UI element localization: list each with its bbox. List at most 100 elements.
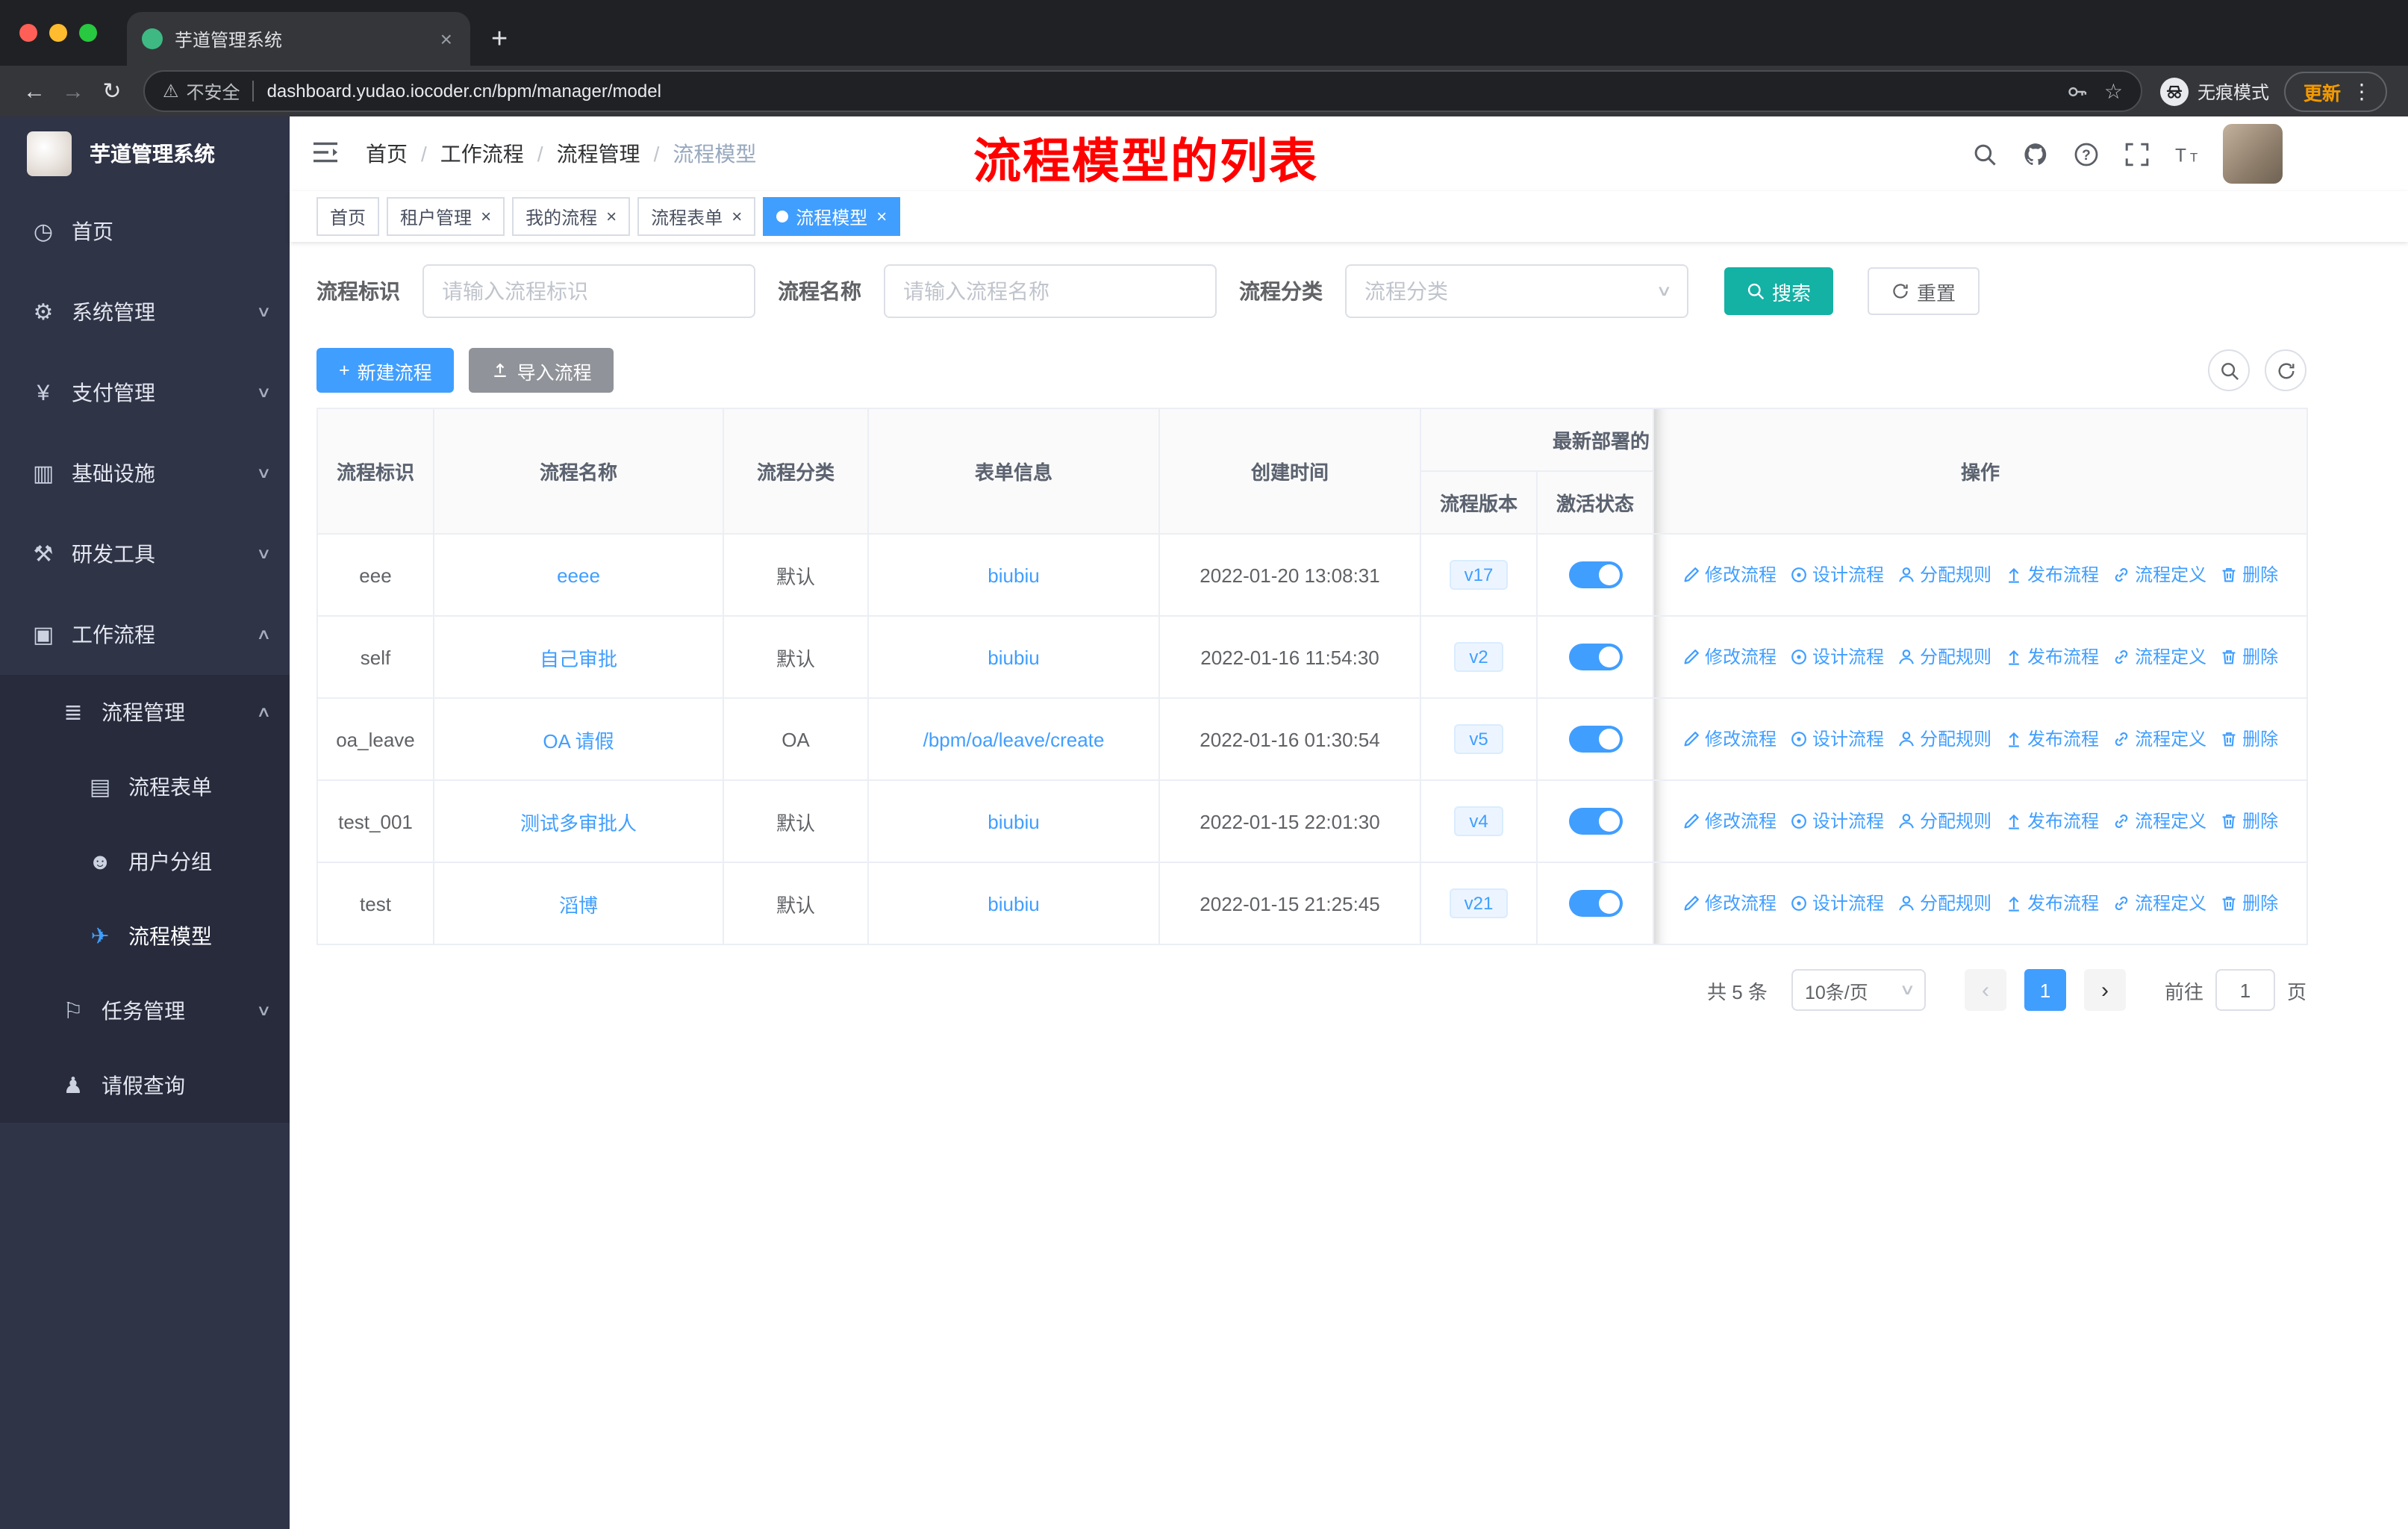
sidebar-item-process-model[interactable]: ✈ 流程模型 — [0, 899, 290, 974]
update-chip[interactable]: 更新 ⋮ — [2283, 71, 2387, 111]
prev-page-button[interactable]: ‹ — [1964, 969, 2006, 1011]
menu-kebab-icon[interactable]: ⋮ — [2351, 81, 2372, 102]
assign-rule-link[interactable]: 分配规则 — [1897, 726, 1991, 752]
version-tag[interactable]: v2 — [1454, 642, 1503, 672]
assign-rule-link[interactable]: 分配规则 — [1897, 562, 1991, 588]
fullscreen-icon[interactable] — [2121, 139, 2151, 169]
page-size-select[interactable]: 10条/页 ∨ — [1791, 969, 1926, 1011]
font-size-icon[interactable]: TT — [2172, 139, 2202, 169]
process-name-link[interactable]: OA 请假 — [543, 729, 614, 752]
next-page-button[interactable]: › — [2083, 969, 2126, 1011]
edit-process-link[interactable]: 修改流程 — [1682, 809, 1777, 834]
user-avatar[interactable] — [2223, 124, 2283, 184]
back-button[interactable]: ← — [15, 78, 54, 104]
tag-active[interactable]: 流程模型 × — [763, 197, 901, 236]
design-process-link[interactable]: 设计流程 — [1790, 891, 1884, 916]
browser-tab[interactable]: 芋道管理系统 × — [127, 12, 470, 66]
breadcrumb-item[interactable]: 首页 — [366, 139, 408, 169]
form-info-link[interactable]: biubiu — [988, 564, 1039, 586]
tag-item[interactable]: 租户管理 × — [387, 197, 505, 236]
sidebar-item-payment[interactable]: ¥ 支付管理 ∨ — [0, 352, 290, 433]
delete-link[interactable]: 删除 — [2220, 644, 2278, 670]
version-tag[interactable]: v21 — [1449, 888, 1509, 918]
delete-link[interactable]: 删除 — [2220, 562, 2278, 588]
tag-close-icon[interactable]: × — [876, 208, 887, 225]
process-category-select[interactable]: 流程分类 ∨ — [1345, 264, 1688, 318]
search-button[interactable]: 搜索 — [1724, 267, 1834, 315]
address-bar[interactable]: ⚠ 不安全 dashboard.yudao.iocoder.cn/bpm/man… — [143, 70, 2142, 112]
process-name-link[interactable]: 滔博 — [559, 894, 598, 916]
process-name-link[interactable]: eeee — [557, 564, 600, 586]
form-info-link[interactable]: biubiu — [988, 810, 1039, 832]
edit-process-link[interactable]: 修改流程 — [1682, 891, 1777, 916]
sidebar-item-infra[interactable]: ▥ 基础设施 ∨ — [0, 433, 290, 514]
incognito-badge[interactable]: 无痕模式 — [2159, 77, 2269, 105]
design-process-link[interactable]: 设计流程 — [1790, 644, 1884, 670]
breadcrumb-item[interactable]: 流程管理 — [557, 139, 640, 169]
sidebar-item-devtools[interactable]: ⚒ 研发工具 ∨ — [0, 514, 290, 594]
sidebar-item-process-mgmt[interactable]: ≣ 流程管理 ∧ — [0, 675, 290, 750]
hamburger-icon[interactable] — [312, 140, 342, 167]
sidebar-logo[interactable]: 芋道管理系统 — [0, 116, 290, 191]
github-icon[interactable] — [2020, 139, 2050, 169]
form-info-link[interactable]: /bpm/oa/leave/create — [923, 728, 1105, 750]
bookmark-star-icon[interactable]: ☆ — [2104, 78, 2123, 104]
version-tag[interactable]: v5 — [1454, 724, 1503, 754]
publish-process-link[interactable]: 发布流程 — [2005, 809, 2099, 834]
sidebar-item-task-mgmt[interactable]: ⚐ 任务管理 ∨ — [0, 974, 290, 1048]
breadcrumb-item[interactable]: 工作流程 — [440, 139, 524, 169]
publish-process-link[interactable]: 发布流程 — [2005, 726, 2099, 752]
assign-rule-link[interactable]: 分配规则 — [1897, 809, 1991, 834]
forward-button[interactable]: → — [54, 78, 93, 104]
tag-item[interactable]: 流程表单 × — [637, 197, 756, 236]
sidebar-item-system[interactable]: ⚙ 系统管理 ∨ — [0, 272, 290, 352]
process-definition-link[interactable]: 流程定义 — [2112, 809, 2206, 834]
process-id-input[interactable] — [422, 264, 755, 318]
close-window-button[interactable] — [19, 24, 37, 42]
form-info-link[interactable]: biubiu — [988, 646, 1039, 668]
version-tag[interactable]: v4 — [1454, 806, 1503, 836]
active-toggle[interactable] — [1568, 808, 1622, 835]
tag-item[interactable]: 首页 — [316, 197, 380, 236]
design-process-link[interactable]: 设计流程 — [1790, 809, 1884, 834]
reset-button[interactable]: 重置 — [1868, 267, 1980, 315]
process-name-input[interactable] — [884, 264, 1217, 318]
sidebar-item-home[interactable]: ◷ 首页 — [0, 191, 290, 272]
publish-process-link[interactable]: 发布流程 — [2005, 562, 2099, 588]
tab-close-icon[interactable]: × — [437, 27, 455, 51]
edit-process-link[interactable]: 修改流程 — [1682, 644, 1777, 670]
active-toggle[interactable] — [1568, 561, 1622, 588]
sidebar-item-workflow[interactable]: ▣ 工作流程 ∧ — [0, 594, 290, 675]
active-toggle[interactable] — [1568, 726, 1622, 753]
goto-page-input[interactable] — [2215, 969, 2275, 1011]
assign-rule-link[interactable]: 分配规则 — [1897, 644, 1991, 670]
zoom-window-button[interactable] — [79, 24, 97, 42]
publish-process-link[interactable]: 发布流程 — [2005, 891, 2099, 916]
form-info-link[interactable]: biubiu — [988, 892, 1039, 915]
delete-link[interactable]: 删除 — [2220, 726, 2278, 752]
sidebar-item-leave-query[interactable]: ♟ 请假查询 — [0, 1048, 290, 1123]
edit-process-link[interactable]: 修改流程 — [1682, 726, 1777, 752]
design-process-link[interactable]: 设计流程 — [1790, 562, 1884, 588]
process-definition-link[interactable]: 流程定义 — [2112, 562, 2206, 588]
process-name-link[interactable]: 测试多审批人 — [520, 812, 637, 834]
tag-close-icon[interactable]: × — [732, 208, 742, 225]
version-tag[interactable]: v17 — [1449, 560, 1509, 590]
create-process-button[interactable]: + 新建流程 — [316, 348, 455, 393]
delete-link[interactable]: 删除 — [2220, 891, 2278, 916]
help-icon[interactable]: ? — [2071, 139, 2100, 169]
tag-item[interactable]: 我的流程 × — [512, 197, 631, 236]
process-definition-link[interactable]: 流程定义 — [2112, 891, 2206, 916]
sidebar-item-user-group[interactable]: ☻ 用户分组 — [0, 824, 290, 899]
refresh-button[interactable] — [2265, 349, 2306, 391]
reload-button[interactable]: ↻ — [93, 78, 131, 105]
process-definition-link[interactable]: 流程定义 — [2112, 726, 2206, 752]
active-toggle[interactable] — [1568, 644, 1622, 670]
design-process-link[interactable]: 设计流程 — [1790, 726, 1884, 752]
active-toggle[interactable] — [1568, 890, 1622, 917]
tag-close-icon[interactable]: × — [481, 208, 491, 225]
edit-process-link[interactable]: 修改流程 — [1682, 562, 1777, 588]
process-definition-link[interactable]: 流程定义 — [2112, 644, 2206, 670]
page-1-button[interactable]: 1 — [2024, 969, 2066, 1011]
search-icon[interactable] — [1969, 139, 1999, 169]
